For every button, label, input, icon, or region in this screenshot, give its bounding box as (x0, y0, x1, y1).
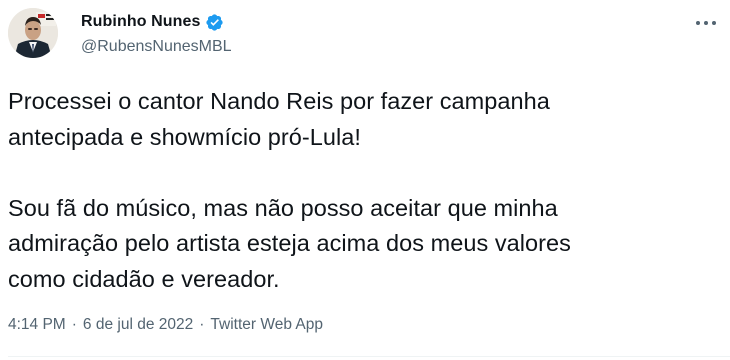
tweet-paragraph-2: Sou fã do músico, mas não posso aceitar … (8, 194, 571, 292)
more-options-button[interactable] (691, 10, 721, 36)
avatar-image (8, 8, 58, 58)
avatar[interactable] (8, 8, 58, 58)
verified-badge-icon (205, 13, 224, 32)
display-name[interactable]: Rubinho Nunes (81, 13, 201, 31)
divider (8, 356, 730, 357)
tweet-paragraph-1: Processei o cantor Nando Reis por fazer … (8, 88, 550, 150)
tweet-text: Processei o cantor Nando Reis por fazer … (8, 84, 723, 297)
handle[interactable]: @RubensNunesMBL (81, 38, 232, 56)
tweet-meta: 4:14 PM · 6 de jul de 2022 · Twitter Web… (8, 316, 323, 334)
tweet-card: Rubinho Nunes @RubensNunesMBL Processei … (0, 0, 730, 360)
author-block: Rubinho Nunes @RubensNunesMBL (81, 12, 232, 56)
name-row: Rubinho Nunes (81, 12, 232, 32)
meta-separator: · (199, 316, 205, 333)
source-link[interactable]: Twitter Web App (210, 316, 323, 334)
meta-separator: · (71, 316, 77, 333)
timestamp-date[interactable]: 6 de jul de 2022 (83, 316, 193, 334)
more-options-icon (696, 21, 716, 25)
timestamp-time[interactable]: 4:14 PM (8, 316, 66, 334)
